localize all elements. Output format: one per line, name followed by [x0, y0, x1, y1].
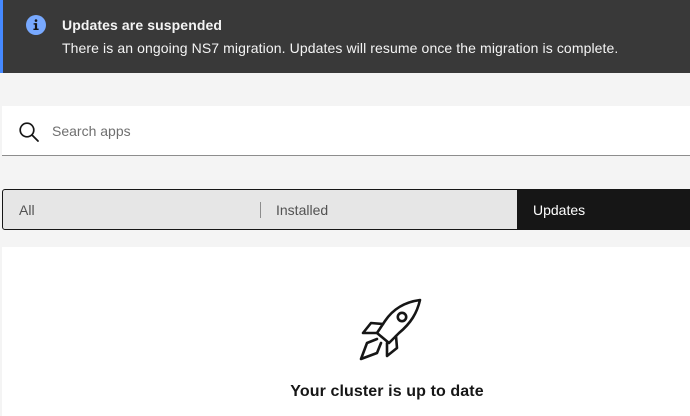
tab-all-label: All	[19, 201, 35, 218]
empty-state: Your cluster is up to date	[2, 247, 690, 416]
tab-installed[interactable]: Installed	[260, 190, 517, 229]
tab-updates-label: Updates	[533, 201, 586, 218]
tab-all[interactable]: All	[3, 190, 260, 229]
notification-banner: Updates are suspended There is an ongoin…	[0, 0, 690, 73]
empty-state-title: Your cluster is up to date	[290, 383, 484, 400]
info-icon	[26, 15, 46, 35]
search-input[interactable]	[50, 106, 670, 155]
rocket-icon	[359, 298, 422, 361]
tab-installed-label: Installed	[276, 201, 329, 218]
search-bar	[2, 106, 690, 156]
search-icon	[19, 122, 39, 142]
notification-title: Updates are suspended	[62, 17, 223, 33]
notification-subtitle: There is an ongoing NS7 migration. Updat…	[62, 40, 619, 56]
tab-updates[interactable]: Updates	[517, 190, 689, 229]
content-switcher: All Installed Updates	[2, 189, 690, 230]
